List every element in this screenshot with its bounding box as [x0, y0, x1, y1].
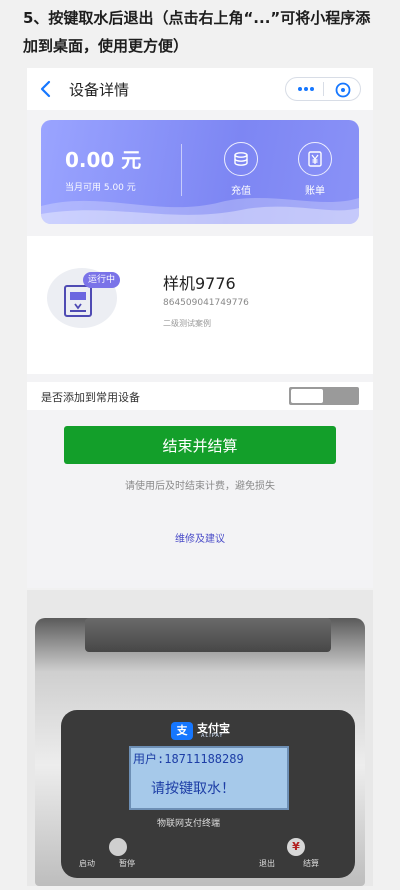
capsule-divider — [323, 82, 324, 96]
phone-screen: 设备详情 0.00 元 当月可用 5.00 元 充值 账单 运行中 样机9776… — [27, 68, 373, 588]
terminal-body: 支 支付宝 ALIPAY 用户:18711188289 请按键取水！ 物联网支付… — [35, 618, 365, 886]
exit-settle-button: ¥ 退出 结算 — [257, 838, 347, 872]
device-card: 运行中 样机9776 864509041749776 二级测试案例 — [27, 236, 373, 374]
terminal-top-slot — [85, 618, 331, 652]
toggle-knob — [291, 389, 323, 403]
start-pause-button: 启动 暂停 — [75, 838, 165, 872]
start-label: 启动 — [79, 859, 95, 868]
balance-amount: 0.00 元 — [65, 148, 142, 172]
lcd-screen: 用户:18711188289 请按键取水！ — [129, 746, 289, 810]
wallet-card: 0.00 元 当月可用 5.00 元 充值 账单 — [41, 120, 359, 224]
close-target-icon[interactable] — [334, 81, 352, 99]
pause-label: 暂停 — [119, 859, 135, 868]
terminal-panel: 支 支付宝 ALIPAY 用户:18711188289 请按键取水！ 物联网支付… — [61, 710, 355, 878]
favorite-toggle[interactable] — [289, 387, 359, 405]
coins-icon — [234, 152, 248, 166]
lcd-message: 请按键取水！ — [151, 781, 235, 797]
terminal-photo: 支 支付宝 ALIPAY 用户:18711188289 请按键取水！ 物联网支付… — [27, 590, 373, 886]
bill-label: 账单 — [305, 186, 325, 197]
page-title: 设备详情 — [69, 81, 130, 99]
device-id: 864509041749776 — [163, 298, 249, 308]
more-dots-icon[interactable] — [296, 83, 316, 95]
yen-bill-icon — [308, 151, 322, 167]
repair-feedback-link[interactable]: 维修及建议 — [27, 530, 373, 545]
exit-label: 退出 — [259, 859, 275, 868]
water-dispenser-icon — [64, 285, 92, 317]
mini-program-capsule — [285, 77, 361, 101]
back-arrow-icon[interactable] — [37, 78, 55, 100]
settle-label: 结算 — [303, 859, 319, 868]
alipay-mark-icon: 支 — [171, 722, 193, 740]
alipay-logo: 支 支付宝 ALIPAY — [171, 720, 247, 742]
lcd-user-line: 用户:18711188289 — [133, 752, 244, 766]
status-badge: 运行中 — [83, 272, 121, 288]
recharge-button[interactable]: 充值 — [211, 142, 271, 197]
favorite-label: 是否添加到常用设备 — [41, 391, 140, 404]
card-divider — [181, 144, 182, 196]
device-name: 样机9776 — [163, 274, 236, 293]
favorite-row: 是否添加到常用设备 — [27, 382, 373, 410]
billing-hint: 请使用后及时结束计费，避免损失 — [125, 481, 275, 492]
navbar: 设备详情 — [27, 68, 373, 110]
yen-button-icon: ¥ — [287, 838, 305, 856]
instruction-text: 5、按键取水后退出（点击右上角“...”可将小程序添加到桌面，使用更方便） — [23, 9, 371, 55]
water-drop-icon — [109, 838, 127, 856]
finish-and-settle-button[interactable]: 结束并结算 — [64, 426, 336, 464]
device-group: 二级测试案例 — [163, 319, 211, 328]
alipay-name-en: ALIPAY — [201, 733, 224, 739]
recharge-label: 充值 — [231, 186, 251, 197]
bill-button[interactable]: 账单 — [285, 142, 345, 197]
terminal-caption: 物联网支付终端 — [157, 819, 221, 829]
monthly-available: 当月可用 5.00 元 — [65, 183, 136, 193]
